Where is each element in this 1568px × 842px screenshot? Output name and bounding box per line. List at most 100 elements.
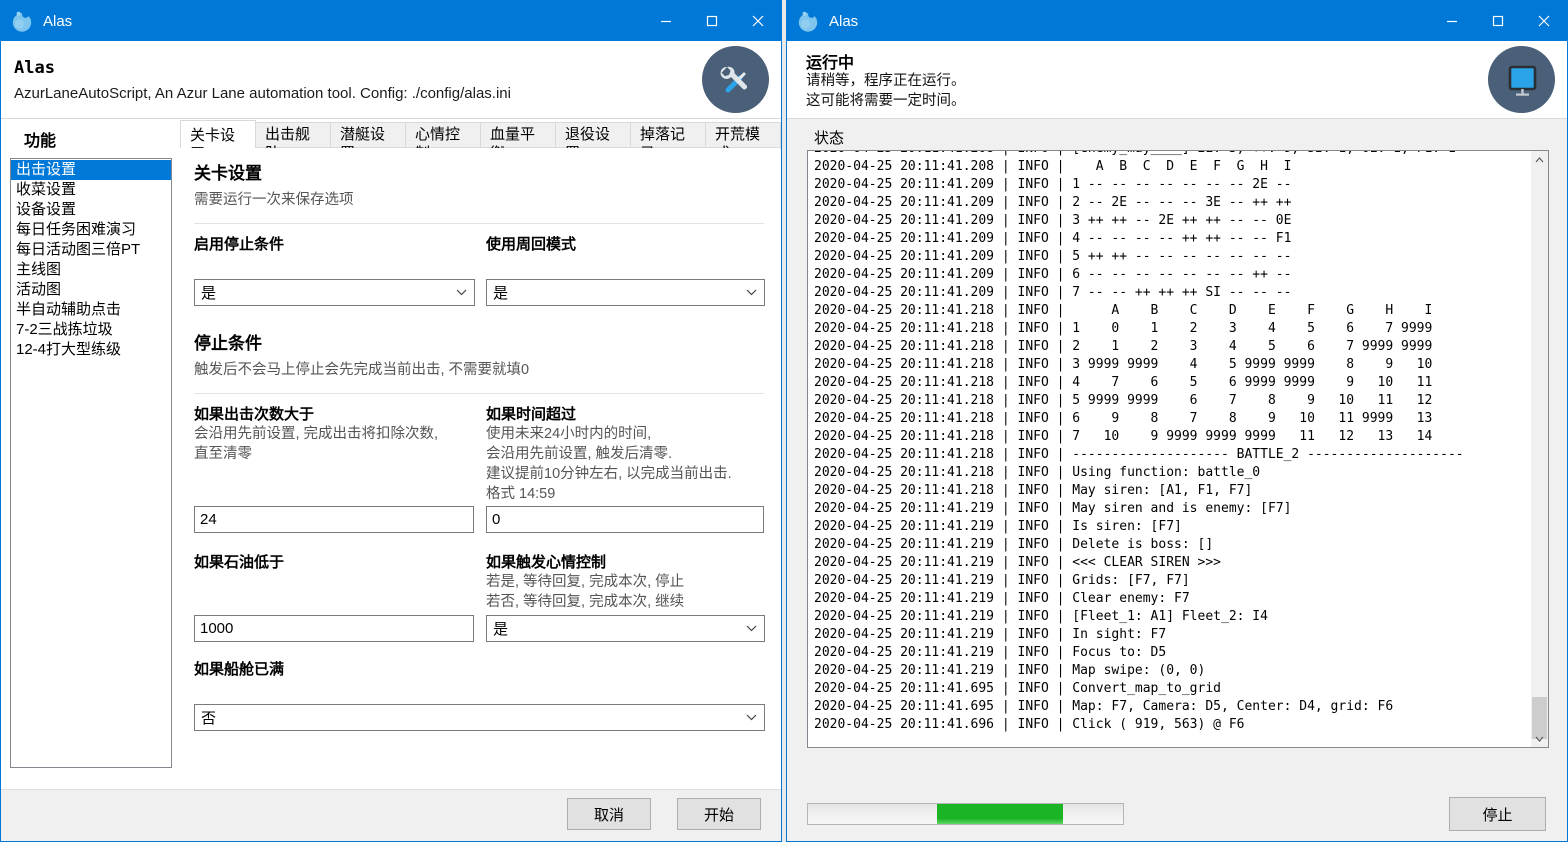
scroll-down-icon[interactable] — [1531, 730, 1548, 747]
log-line: 2020-04-25 20:11:41.218 | INFO | -------… — [814, 446, 1529, 464]
settings-badge — [702, 46, 769, 113]
log-line: 2020-04-25 20:11:41.218 | INFO | Using f… — [814, 464, 1529, 482]
minimize-button[interactable] — [643, 1, 689, 41]
input-if-time-exceed[interactable] — [486, 506, 764, 533]
loop-mode-label: 使用周回模式 — [486, 233, 576, 254]
maximize-button[interactable] — [689, 1, 735, 41]
log-line: 2020-04-25 20:11:41.218 | INFO | May sir… — [814, 482, 1529, 500]
minimize-button[interactable] — [1429, 1, 1475, 41]
wrench-screwdriver-icon — [717, 61, 755, 99]
log-line: 2020-04-25 20:11:41.218 | INFO | 5 9999 … — [814, 392, 1529, 410]
log-line: 2020-04-25 20:11:41.218 | INFO | 3 9999 … — [814, 356, 1529, 374]
window-settings: Alas Alas AzurLaneAutoScript, An Azur La… — [0, 0, 782, 842]
close-button[interactable] — [1521, 1, 1567, 41]
select-value: 是 — [201, 282, 216, 303]
sidebar-item[interactable]: 7-2三战拣垃圾 — [11, 320, 171, 340]
select-if-emotion-control[interactable]: 是 — [486, 615, 765, 642]
tab[interactable]: 退役设置 — [556, 122, 631, 148]
log-line: 2020-04-25 20:11:41.219 | INFO | <<< CLE… — [814, 554, 1529, 572]
input-if-oil-lower[interactable] — [194, 615, 474, 642]
log-line: 2020-04-25 20:11:41.219 | INFO | Is sire… — [814, 518, 1529, 536]
stop-conditions-title: 停止条件 — [194, 329, 262, 354]
tab[interactable]: 关卡设置 — [180, 120, 256, 149]
close-button[interactable] — [735, 1, 781, 41]
monitor-icon — [1502, 60, 1542, 100]
app-subtitle: AzurLaneAutoScript, An Azur Lane automat… — [14, 85, 511, 102]
log-line: 2020-04-25 20:11:41.209 | INFO | 4 -- --… — [814, 230, 1529, 248]
log-line: 2020-04-25 20:11:41.219 | INFO | May sir… — [814, 500, 1529, 518]
tab[interactable]: 开荒模式 — [706, 122, 781, 148]
scroll-up-icon[interactable] — [1531, 151, 1548, 168]
select-value: 是 — [493, 282, 508, 303]
page-title: 关卡设置 — [194, 159, 262, 184]
sidebar-item[interactable]: 半自动辅助点击 — [11, 300, 171, 320]
log-line: 2020-04-25 20:11:41.218 | INFO | A B C D… — [814, 302, 1529, 320]
if-time-desc: 使用未来24小时内的时间, 会沿用先前设置, 触发后清零. 建议提前10分钟左右… — [486, 424, 732, 504]
if-time-label: 如果时间超过 — [486, 403, 576, 424]
sidebar-item[interactable]: 每日活动图三倍PT — [11, 240, 171, 260]
alas-logo-icon — [796, 9, 820, 33]
tabstrip: 关卡设置出击舰队潜艇设置心情控制血量平衡退役设置掉落记录开荒模式 — [180, 121, 781, 149]
chevron-down-icon — [746, 714, 757, 721]
tab[interactable]: 潜艇设置 — [331, 122, 406, 148]
log-line: 2020-04-25 20:11:41.209 | INFO | 7 -- --… — [814, 284, 1529, 302]
stop-button[interactable]: 停止 — [1449, 797, 1546, 831]
progress-bar — [807, 803, 1124, 825]
status-label: 状态 — [814, 127, 844, 148]
log-line: 2020-04-25 20:11:41.219 | INFO | [Fleet_… — [814, 608, 1529, 626]
sidebar-heading: 功能 — [24, 127, 56, 151]
log-lines: 2020-04-25 20:11:41.208 | INFO | [enemy_… — [814, 150, 1529, 734]
status-panel: 状态 2020-04-25 20:11:41.208 | INFO | [ene… — [787, 119, 1567, 841]
select-loop-mode[interactable]: 是 — [486, 279, 765, 306]
log-line: 2020-04-25 20:11:41.218 | INFO | 1 0 1 2… — [814, 320, 1529, 338]
log-line: 2020-04-25 20:11:41.219 | INFO | Map swi… — [814, 662, 1529, 680]
window-running: Alas 运行中 请稍等，程序正在运行。 这可能将需要一定时间。 状态 2020… — [786, 0, 1568, 842]
tab[interactable]: 血量平衡 — [481, 122, 556, 148]
select-if-dock-full[interactable]: 否 — [194, 704, 765, 731]
cancel-button[interactable]: 取消 — [567, 798, 651, 830]
log-line: 2020-04-25 20:11:41.219 | INFO | Focus t… — [814, 644, 1529, 662]
sidebar-item[interactable]: 主线图 — [11, 260, 171, 280]
log-line: 2020-04-25 20:11:41.218 | INFO | 7 10 9 … — [814, 428, 1529, 446]
log-line: 2020-04-25 20:11:41.218 | INFO | 4 7 6 5… — [814, 374, 1529, 392]
log-line: 2020-04-25 20:11:41.218 | INFO | 2 1 2 3… — [814, 338, 1529, 356]
sidebar-item[interactable]: 每日任务困难演习 — [11, 220, 171, 240]
tab[interactable]: 出击舰队 — [256, 122, 331, 148]
tab[interactable]: 心情控制 — [406, 122, 481, 148]
select-value: 否 — [201, 707, 216, 728]
log-line: 2020-04-25 20:11:41.209 | INFO | 1 -- --… — [814, 176, 1529, 194]
log-line: 2020-04-25 20:11:41.219 | INFO | Grids: … — [814, 572, 1529, 590]
log-line: 2020-04-25 20:11:41.209 | INFO | 5 ++ ++… — [814, 248, 1529, 266]
if-count-desc: 会沿用先前设置, 完成出击将扣除次数, 直至清零 — [194, 424, 438, 464]
select-enable-stop-condition[interactable]: 是 — [194, 279, 475, 306]
footer: 取消 开始 — [1, 789, 781, 841]
start-button[interactable]: 开始 — [677, 798, 761, 830]
input-if-count-greater[interactable] — [194, 506, 474, 533]
sidebar-item[interactable]: 出击设置 — [11, 160, 171, 180]
log-line: 2020-04-25 20:11:41.695 | INFO | Map: F7… — [814, 698, 1529, 716]
running-badge — [1488, 46, 1555, 113]
log-line: 2020-04-25 20:11:41.219 | INFO | Clear e… — [814, 590, 1529, 608]
log-line: 2020-04-25 20:11:41.208 | INFO | [enemy_… — [814, 150, 1529, 158]
titlebar: Alas — [1, 1, 781, 41]
sidebar-item[interactable]: 活动图 — [11, 280, 171, 300]
log-line: 2020-04-25 20:11:41.218 | INFO | 6 9 8 7… — [814, 410, 1529, 428]
maximize-button[interactable] — [1475, 1, 1521, 41]
log-output: 2020-04-25 20:11:41.208 | INFO | [enemy_… — [807, 150, 1549, 748]
function-listbox: 出击设置收菜设置设备设置每日任务困难演习每日活动图三倍PT主线图活动图半自动辅助… — [10, 158, 172, 768]
enable-stop-label: 启用停止条件 — [194, 233, 284, 254]
window-title: Alas — [43, 13, 643, 30]
log-line: 2020-04-25 20:11:41.209 | INFO | 6 -- --… — [814, 266, 1529, 284]
sidebar-item[interactable]: 收菜设置 — [11, 180, 171, 200]
alas-logo-icon — [10, 9, 34, 33]
select-value: 是 — [493, 618, 508, 639]
page-desc: 需要运行一次来保存选项 — [194, 190, 354, 210]
running-header: 运行中 请稍等，程序正在运行。 这可能将需要一定时间。 — [787, 41, 1567, 119]
sidebar-item[interactable]: 设备设置 — [11, 200, 171, 220]
log-scrollbar[interactable] — [1531, 151, 1548, 747]
window-title: Alas — [829, 13, 1429, 30]
tab[interactable]: 掉落记录 — [631, 122, 706, 148]
log-line: 2020-04-25 20:11:41.695 | INFO | Convert… — [814, 680, 1529, 698]
sidebar-item[interactable]: 12-4打大型练级 — [11, 340, 171, 360]
chevron-down-icon — [746, 625, 757, 632]
